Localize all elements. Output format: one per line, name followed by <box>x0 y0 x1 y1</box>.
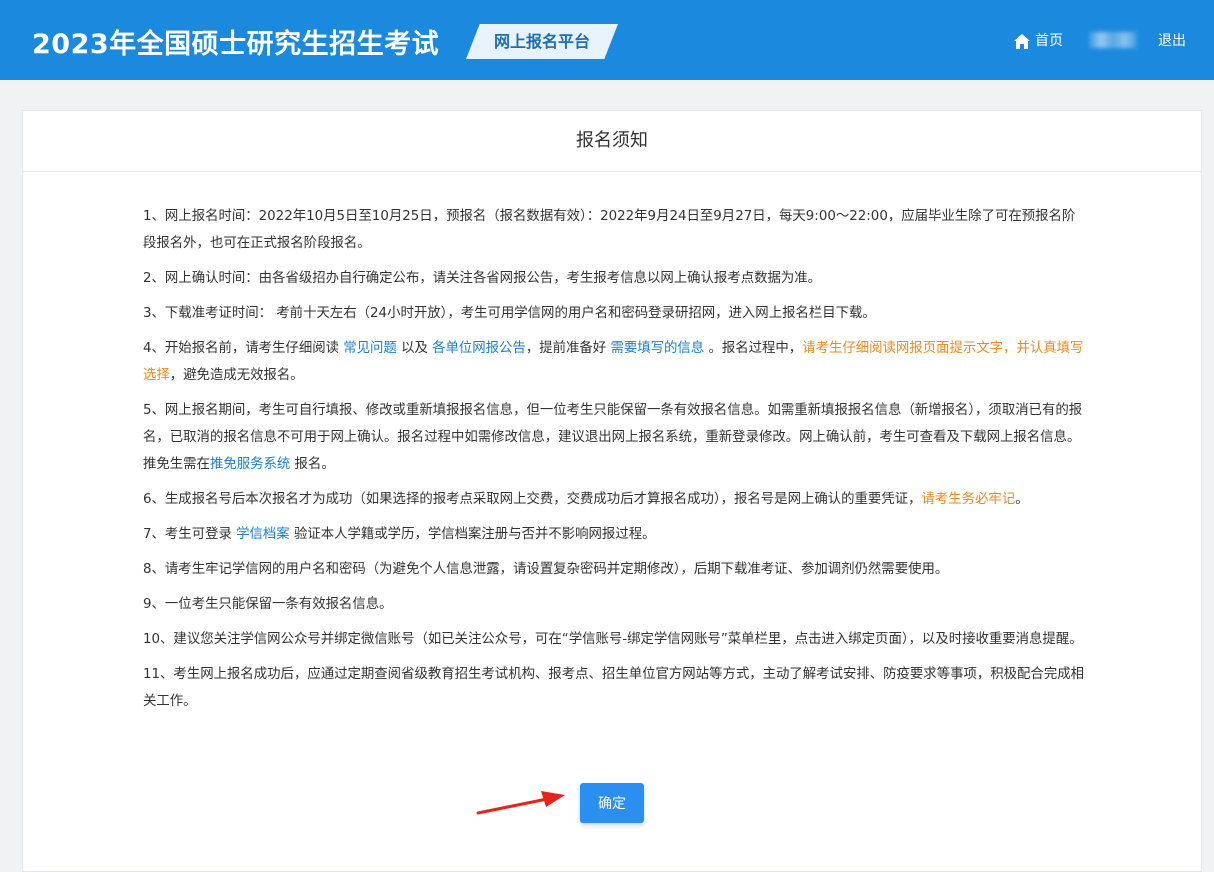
red-arrow-icon <box>476 791 565 815</box>
top-header: 2023年全国硕士研究生招生考试 网上报名平台 首页 退出 <box>0 0 1214 80</box>
notice-item-4-text: ，避免造成无效报名。 <box>169 368 304 383</box>
notice-item-6-text: 6、生成报名号后本次报名才为成功（如果选择的报考点采取网上交费，交费成功后才算报… <box>143 492 922 507</box>
notice-item-4-text: 4、开始报名前，请考生仔细阅读 <box>143 341 344 356</box>
notice-item-6-text: 。 <box>1015 492 1029 507</box>
nav-logout-link[interactable]: 退出 <box>1158 30 1186 52</box>
notice-item-4-text: 以及 <box>396 341 433 356</box>
unit-announcement-link[interactable]: 各单位网报公告 <box>432 341 526 356</box>
notice-item-2: 2、网上确认时间：由各省级招办自行确定公布，请关注各省网报公告，考生报考信息以网… <box>143 271 822 286</box>
notice-item-4-text: 。报名过程中， <box>704 341 803 356</box>
nav-home-label: 首页 <box>1035 33 1063 49</box>
notice-item-7: 7、考生可登录 学信档案 验证本人学籍或学历，学信档案注册与否并不影响网报过程。 <box>143 521 1088 548</box>
notice-item-5: 5、网上报名期间，考生可自行填报、修改或重新填报报名信息，但一位考生只能保留一条… <box>143 397 1088 478</box>
home-icon <box>1014 33 1030 49</box>
notice-item-1: 1、网上报名时间：2022年10月5日至10月25日，预报名（报名数据有效）：2… <box>143 209 1076 251</box>
site-title: 2023年全国硕士研究生招生考试 <box>32 29 440 60</box>
nav-home-link[interactable]: 首页 <box>1014 30 1063 52</box>
notice-title: 报名须知 <box>23 111 1201 172</box>
xuexin-archive-link[interactable]: 学信档案 <box>236 527 290 542</box>
notice-list: 1、网上报名时间：2022年10月5日至10月25日，预报名（报名数据有效）：2… <box>143 203 1088 723</box>
required-info-link[interactable]: 需要填写的信息 <box>610 341 704 356</box>
notice-item-4: 4、开始报名前，请考生仔细阅读 常见问题 以及 各单位网报公告，提前准备好 需要… <box>143 335 1088 389</box>
notice-item-7-text: 验证本人学籍或学历，学信档案注册与否并不影响网报过程。 <box>289 527 656 542</box>
notice-item-7-text: 7、考生可登录 <box>143 527 237 542</box>
notice-item-9: 9、一位考生只能保留一条有效报名信息。 <box>143 597 393 612</box>
notice-item-8: 8、请考生牢记学信网的用户名和密码（为避免个人信息泄露，请设置复杂密码并定期修改… <box>143 562 949 577</box>
notice-item-6-warning: 请考生务必牢记 <box>921 492 1016 507</box>
faq-link[interactable]: 常见问题 <box>343 341 397 356</box>
platform-badge: 网上报名平台 <box>466 24 618 59</box>
notice-item-5-text: 报名。 <box>290 457 335 472</box>
blurred-username <box>1089 32 1137 48</box>
notice-item-4-text: ，提前准备好 <box>525 341 611 356</box>
exemption-system-link[interactable]: 推免服务系统 <box>210 457 290 472</box>
notice-card: 报名须知 1、网上报名时间：2022年10月5日至10月25日，预报名（报名数据… <box>22 110 1202 872</box>
notice-item-11: 11、考生网上报名成功后，应通过定期查阅省级教育招生考试机构、报考点、招生单位官… <box>143 667 1084 709</box>
confirm-button[interactable]: 确定 <box>580 783 644 823</box>
notice-item-6: 6、生成报名号后本次报名才为成功（如果选择的报考点采取网上交费，交费成功后才算报… <box>143 486 1088 513</box>
notice-item-3: 3、下载准考证时间： 考前十天左右（24小时开放），考生可用学信网的用户名和密码… <box>143 306 876 321</box>
notice-item-10: 10、建议您关注学信网公众号并绑定微信账号（如已关注公众号，可在“学信账号-绑定… <box>143 632 1083 647</box>
